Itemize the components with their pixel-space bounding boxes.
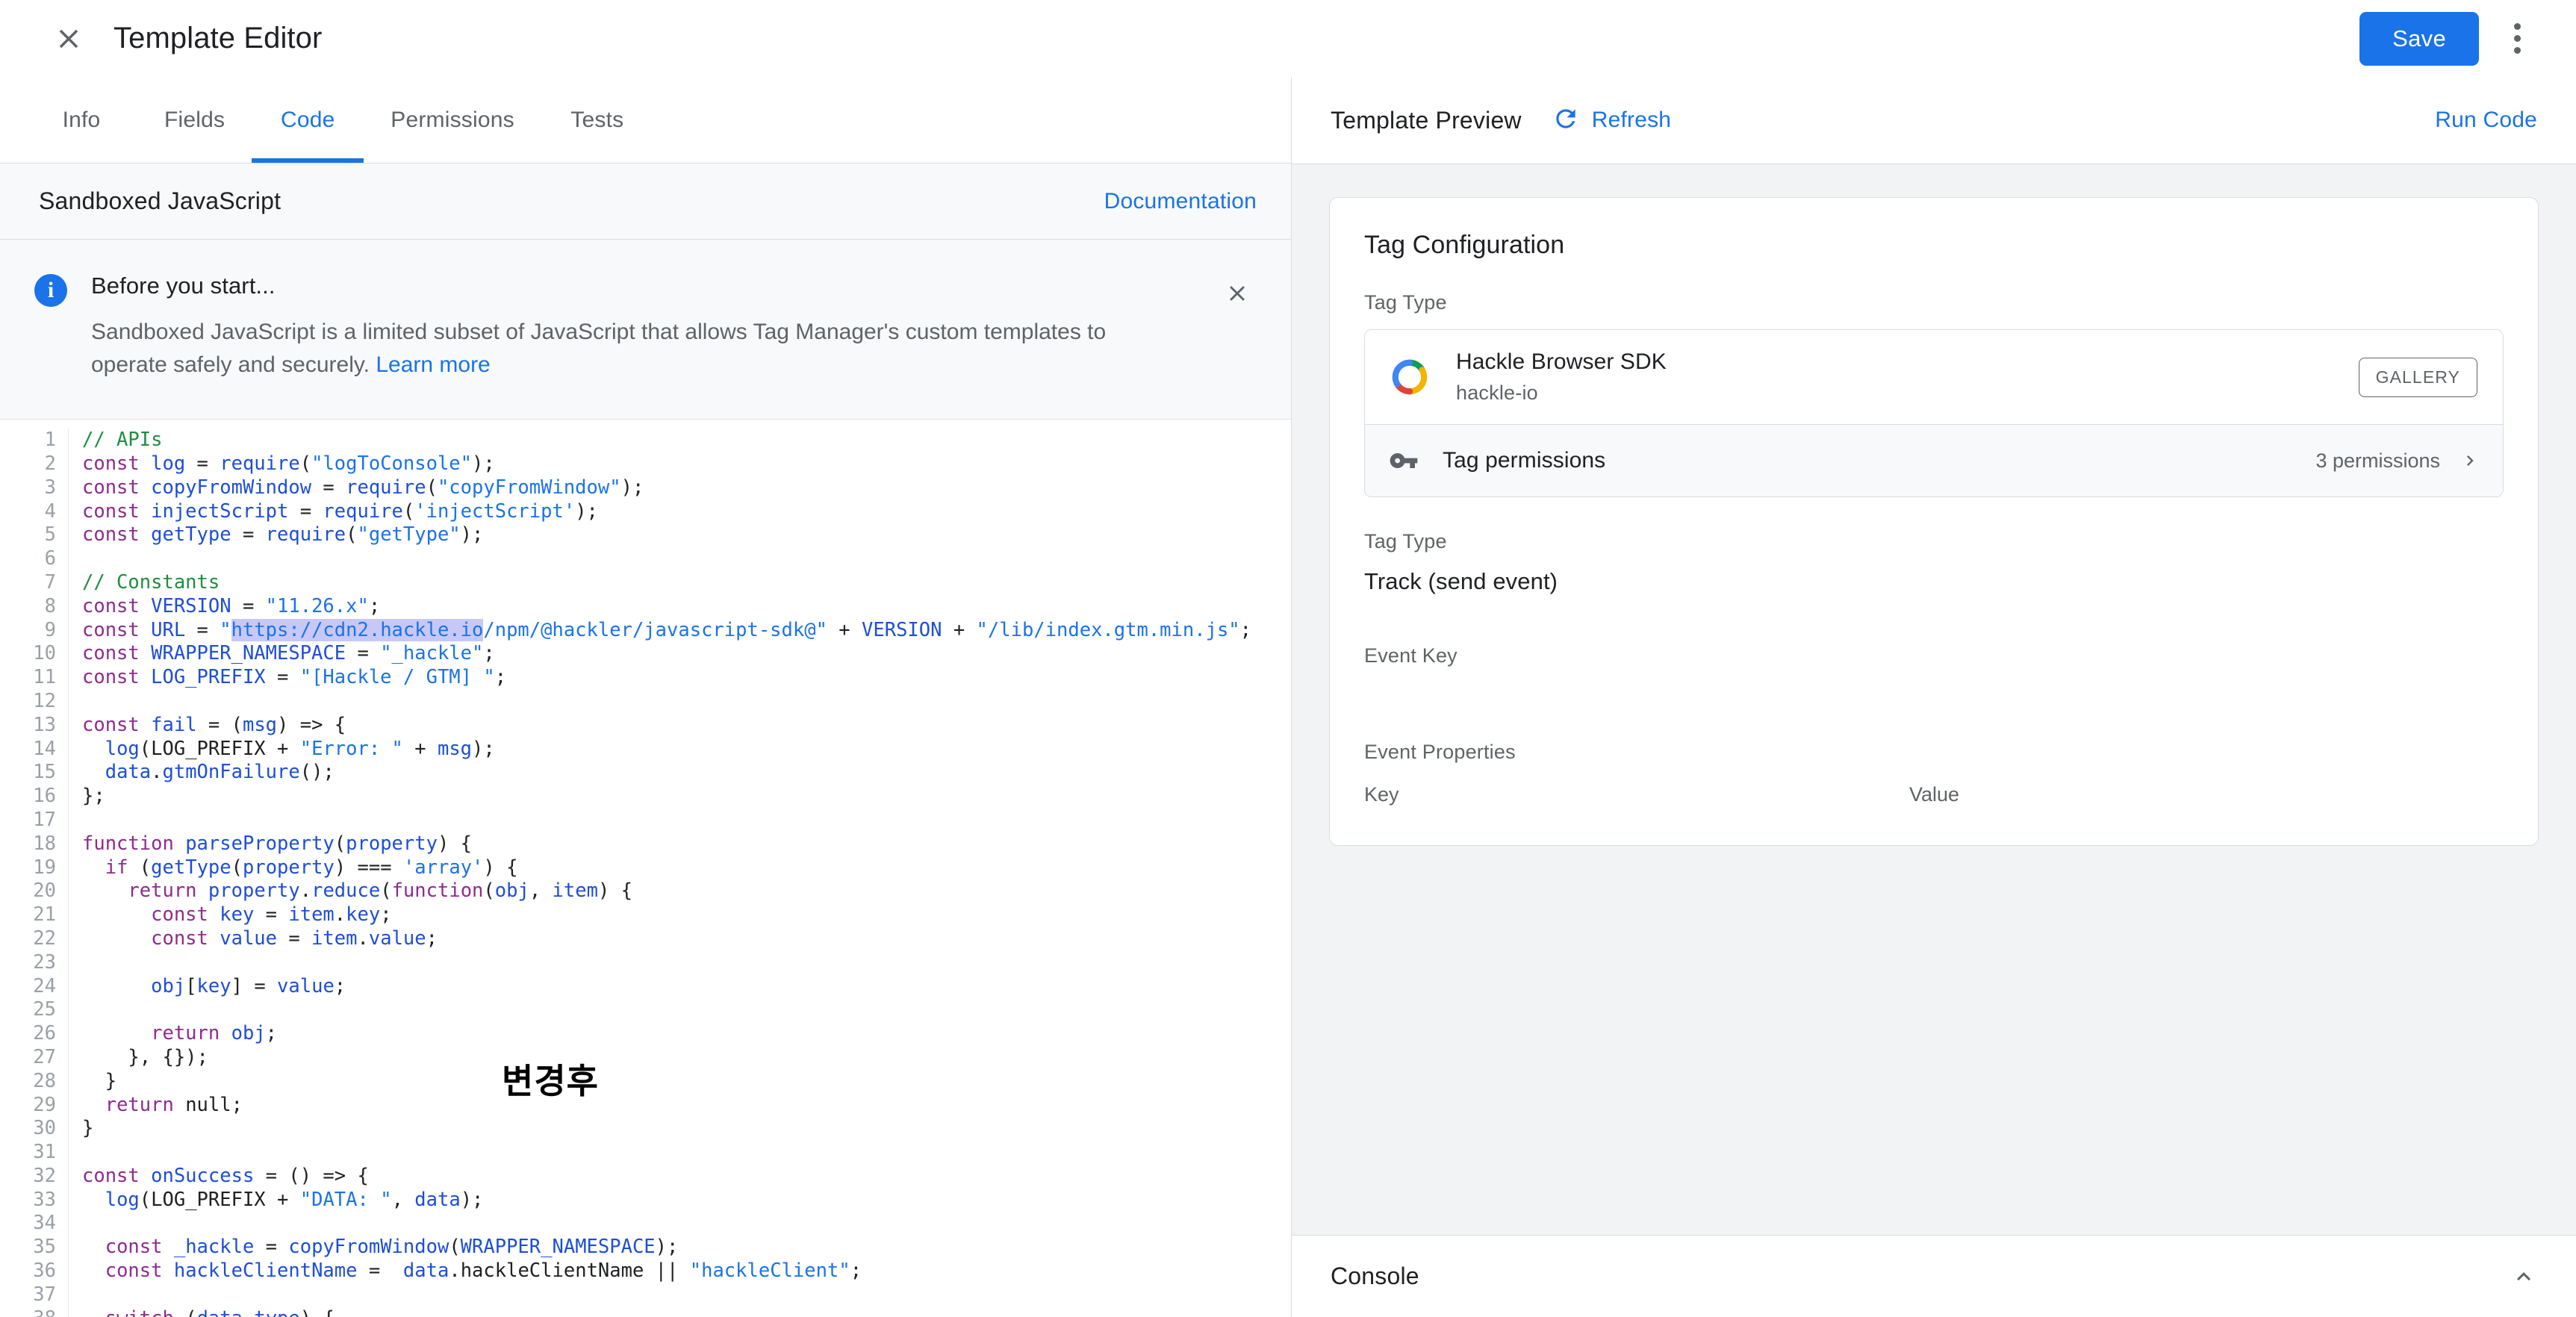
preview-content: Tag Configuration Tag Type Hackle Browse…: [1292, 164, 2576, 1235]
preview-title: Template Preview: [1331, 106, 1522, 134]
notice-close-icon[interactable]: [1222, 278, 1252, 308]
tag-permissions-row[interactable]: Tag permissions 3 permissions: [1365, 425, 2503, 496]
preview-pane: Template Preview Refresh Run Code Tag Co…: [1292, 77, 2576, 1317]
tag-name: Hackle Browser SDK: [1456, 349, 1667, 374]
template-editor-app: Template Editor Save Info Fields Code Pe…: [0, 0, 2576, 1317]
before-you-start-banner: i Before you start... Sandboxed JavaScri…: [0, 240, 1291, 420]
tag-type-label-2: Tag Type: [1364, 530, 1447, 552]
console-title: Console: [1331, 1262, 1419, 1289]
refresh-label: Refresh: [1591, 108, 1672, 132]
code-editor[interactable]: 1 2 3 4 5 6 7 8 9 10 11 12 13 14 15 16 17 18 19 20 21 22 23 24 2…: [0, 420, 1291, 1317]
tag-configuration-card: Tag Configuration Tag Type Hackle Browse…: [1329, 197, 2539, 846]
annotation-overlay: 변경후: [502, 1061, 599, 1102]
event-properties-table-header: Key Value: [1364, 783, 2504, 806]
tag-permissions-count: 3 permissions: [2315, 449, 2440, 472]
key-icon: [1389, 446, 1423, 476]
key-column-header: Key: [1364, 783, 1399, 806]
chevron-up-icon[interactable]: [2510, 1263, 2537, 1290]
top-app-bar: Template Editor Save: [0, 0, 2576, 77]
gallery-badge[interactable]: GALLERY: [2358, 357, 2477, 397]
notice-body: Before you start... Sandboxed JavaScript…: [91, 273, 1257, 382]
tab-fields[interactable]: Fields: [137, 77, 252, 163]
more-vert-icon[interactable]: [2498, 16, 2536, 61]
notice-text: Sandboxed JavaScript is a limited subset…: [91, 316, 1181, 382]
refresh-icon: [1552, 105, 1580, 137]
close-icon[interactable]: [49, 19, 88, 58]
card-title: Tag Configuration: [1364, 231, 1565, 259]
info-icon: i: [34, 274, 67, 307]
preview-header: Template Preview Refresh Run Code: [1292, 77, 2576, 164]
notice-title: Before you start...: [91, 273, 276, 299]
tag-type-meta: Hackle Browser SDK hackle-io: [1456, 349, 1667, 405]
tab-permissions[interactable]: Permissions: [364, 77, 541, 163]
documentation-link[interactable]: Documentation: [1104, 189, 1257, 214]
tag-type-row[interactable]: Hackle Browser SDK hackle-io GALLERY: [1365, 330, 2503, 425]
editor-tabs: Info Fields Code Permissions Tests: [0, 77, 1291, 164]
refresh-button[interactable]: Refresh: [1552, 105, 1671, 137]
tag-permissions-label: Tag permissions: [1443, 448, 1606, 473]
learn-more-link[interactable]: Learn more: [376, 352, 490, 377]
editor-preview-split: Info Fields Code Permissions Tests Sandb…: [0, 77, 2576, 1317]
page-title: Template Editor: [113, 22, 323, 55]
notice-description: Sandboxed JavaScript is a limited subset…: [91, 320, 1107, 378]
line-number-gutter: 1 2 3 4 5 6 7 8 9 10 11 12 13 14 15 16 17 18 19 20 21 22 23 24 2…: [0, 429, 69, 1317]
hackle-logo-icon: [1389, 356, 1431, 398]
tab-info[interactable]: Info: [25, 77, 137, 163]
tag-type-value: Track (send event): [1364, 568, 1558, 594]
tab-tests[interactable]: Tests: [541, 77, 653, 163]
code-pane: Info Fields Code Permissions Tests Sandb…: [0, 77, 1292, 1317]
tag-owner: hackle-io: [1456, 382, 1538, 404]
run-code-button[interactable]: Run Code: [2435, 108, 2537, 133]
console-bar[interactable]: Console: [1292, 1235, 2576, 1317]
sandboxed-js-label: Sandboxed JavaScript: [39, 187, 281, 214]
top-bar-actions: Save: [2359, 11, 2543, 66]
code-text-area[interactable]: // APIs const log = require("logToConsole…: [69, 429, 1291, 1317]
event-properties-label: Event Properties: [1364, 741, 1516, 763]
chevron-right-icon[interactable]: [2460, 450, 2480, 471]
tag-type-label: Tag Type: [1364, 291, 1447, 314]
tab-code[interactable]: Code: [252, 77, 364, 163]
code-subheader: Sandboxed JavaScript Documentation: [0, 164, 1291, 240]
event-key-label: Event Key: [1364, 644, 1457, 667]
save-button[interactable]: Save: [2359, 11, 2479, 66]
tag-type-box: Hackle Browser SDK hackle-io GALLERY Tag…: [1364, 329, 2504, 497]
value-column-header: Value: [1909, 783, 1960, 806]
